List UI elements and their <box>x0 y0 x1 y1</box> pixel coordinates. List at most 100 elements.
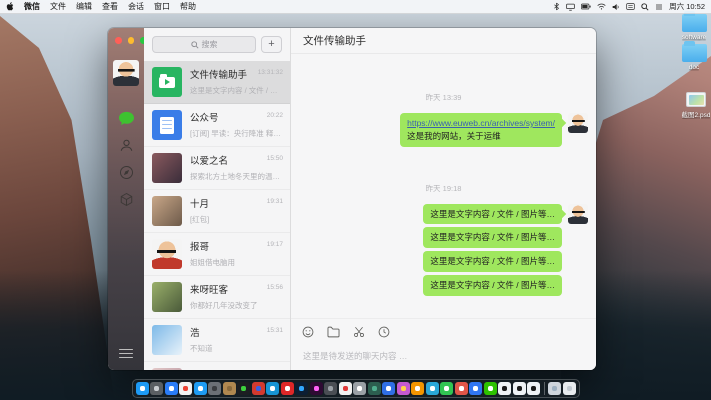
dock-icon-photoshop[interactable] <box>295 382 308 395</box>
chat-time: 15:31 <box>267 327 283 334</box>
user-avatar[interactable] <box>113 60 139 86</box>
menu-item-3[interactable]: 查看 <box>102 1 118 12</box>
more-menu-icon[interactable] <box>119 349 133 359</box>
message-input[interactable]: 这里是待发送的聊天内容 … <box>303 350 584 362</box>
dock-icon-dark-green-app[interactable] <box>368 382 381 395</box>
chat-preview: 不知道 <box>190 343 284 354</box>
desktop-icon-folder[interactable]: doc <box>672 44 711 71</box>
dock-icon-qq-1[interactable] <box>498 382 511 395</box>
message-row: 这里是文字内容 / 文件 / 图片等… <box>299 251 588 272</box>
dock-icon-wechat[interactable] <box>484 382 497 395</box>
bluetooth-icon[interactable] <box>553 2 560 11</box>
conversation-header: 文件传输助手 <box>291 28 596 54</box>
message-bubble[interactable]: https://www.euweb.cn/archives/system/这是我… <box>400 113 562 147</box>
chat-list-item[interactable]: 浩15:31不知道 <box>144 319 290 362</box>
apple-menu-icon[interactable] <box>6 2 14 11</box>
volume-icon[interactable] <box>612 3 620 11</box>
chat-list-item[interactable]: 报哥19:17姐姐借电脑用 <box>144 233 290 276</box>
dock-icon-youdao[interactable] <box>469 382 482 395</box>
sidebar-nav <box>108 110 144 207</box>
dock-icon-qq-3[interactable] <box>527 382 540 395</box>
chat-list-item[interactable]: 湫湫啾15:03知道了 <box>144 362 290 370</box>
menu-item-5[interactable]: 窗口 <box>154 1 170 12</box>
message-bubble[interactable]: 这里是文字内容 / 文件 / 图片等… <box>423 227 562 248</box>
dock-icon-adobe-cc[interactable] <box>411 382 424 395</box>
message-bubble[interactable]: 这里是文字内容 / 文件 / 图片等… <box>423 204 562 225</box>
contact-avatar <box>152 282 182 312</box>
chat-list-item[interactable]: 来呀旺客15:56你都好几年没改变了 <box>144 276 290 319</box>
desktop-icon-folder[interactable]: software <box>672 14 711 41</box>
sidebar-item-mini-program[interactable] <box>108 191 144 207</box>
dock-icon-finder[interactable] <box>136 382 149 395</box>
history-icon[interactable] <box>378 325 390 343</box>
menu-item-6[interactable]: 帮助 <box>180 1 196 12</box>
chat-list-item[interactable]: 以爱之名15:50探索北方土地冬天里的温暖与… <box>144 147 290 190</box>
dock-icon-flower-app[interactable] <box>397 382 410 395</box>
menu-item-4[interactable]: 会话 <box>128 1 144 12</box>
sidebar-item-chats active[interactable] <box>108 110 144 126</box>
dock-icon-docker[interactable] <box>266 382 279 395</box>
dock-icon-music-app[interactable] <box>339 382 352 395</box>
close-button[interactable] <box>115 37 122 44</box>
notification-icon[interactable] <box>655 3 663 11</box>
message-row: https://www.euweb.cn/archives/system/这是我… <box>299 113 588 147</box>
dock-icon-trash[interactable] <box>563 382 576 395</box>
dock-icon-adobe-xd[interactable] <box>310 382 323 395</box>
sender-avatar[interactable] <box>568 204 588 224</box>
battery-icon[interactable] <box>581 3 591 10</box>
search-input[interactable]: 搜索 <box>152 36 256 53</box>
desktop-icon-label: doc <box>689 64 699 71</box>
chat-list-item[interactable]: 文件传输助手13:31:32这里是文字内容 / 文件 / 图片等… <box>144 61 290 104</box>
dock-icon-red-app[interactable] <box>252 382 265 395</box>
sidebar-item-contacts[interactable] <box>108 137 144 153</box>
dock-icon-chrome[interactable] <box>179 382 192 395</box>
dock-icon-edge[interactable] <box>426 382 439 395</box>
chat-name: 以爱之名 <box>190 153 262 167</box>
sender-avatar[interactable] <box>568 113 588 133</box>
dock-icon-downloads-folder[interactable] <box>548 382 561 395</box>
dock-icon-red-circle-app[interactable] <box>455 382 468 395</box>
screenshot-icon[interactable] <box>353 325 365 343</box>
chat-time: 13:31:32 <box>258 69 283 76</box>
dock-icon-qq-2[interactable] <box>513 382 526 395</box>
compose-toolbar <box>291 319 596 343</box>
message-bubble[interactable]: 这里是文字内容 / 文件 / 图片等… <box>423 275 562 296</box>
sidebar-item-discover[interactable] <box>108 164 144 180</box>
message-text: 这里是文字内容 / 文件 / 图片等… <box>430 208 555 221</box>
wifi-icon[interactable] <box>597 3 606 10</box>
dock-icon-terminal[interactable] <box>237 382 250 395</box>
menu-item-0[interactable]: 微信 <box>24 1 40 12</box>
desktop-icon-file[interactable]: 截图2.psd <box>674 92 711 119</box>
emoji-icon[interactable] <box>302 325 314 343</box>
dock-icon-app-store[interactable] <box>194 382 207 395</box>
chat-name: 十月 <box>190 196 262 210</box>
menu-item-2[interactable]: 编辑 <box>76 1 92 12</box>
spotlight-icon[interactable] <box>641 3 649 11</box>
display-icon[interactable] <box>566 3 575 11</box>
chat-list-item[interactable]: 十月19:31[红包] <box>144 190 290 233</box>
message-bubble[interactable]: 这里是文字内容 / 文件 / 图片等… <box>423 251 562 272</box>
message-text: 这里是文字内容 / 文件 / 图片等… <box>430 255 555 268</box>
message-link[interactable]: https://www.euweb.cn/archives/system/ <box>407 117 555 130</box>
menu-item-1[interactable]: 文件 <box>50 1 66 12</box>
dock-icon-blue-circle-app[interactable] <box>382 382 395 395</box>
folder-icon[interactable] <box>327 325 340 343</box>
compose-area: 这里是待发送的聊天内容 … <box>291 318 596 370</box>
dock-icon-player-app[interactable] <box>440 382 453 395</box>
image-file-icon <box>686 92 706 107</box>
chat-time: 15:50 <box>267 155 283 162</box>
dock-icon-launchpad[interactable] <box>150 382 163 395</box>
dock-icon-camera-app[interactable] <box>324 382 337 395</box>
chat-name: 湫湫啾 <box>190 368 262 370</box>
dock-icon-folder-apps[interactable] <box>223 382 236 395</box>
dock-icon-grid-app[interactable] <box>353 382 366 395</box>
dock-icon-safari[interactable] <box>165 382 178 395</box>
chat-list-item[interactable]: 公众号20:22[订阅] 早读：央行降准 释放资… <box>144 104 290 147</box>
keyboard-icon[interactable] <box>626 3 635 10</box>
dock-icon-netease-music[interactable] <box>281 382 294 395</box>
chat-name: 文件传输助手 <box>190 67 262 81</box>
add-chat-button[interactable]: + <box>261 36 282 53</box>
dock-icon-photo-booth[interactable] <box>208 382 221 395</box>
minimize-button[interactable] <box>128 37 135 44</box>
menu-bar-clock[interactable]: 周六 10:52 <box>669 1 705 12</box>
